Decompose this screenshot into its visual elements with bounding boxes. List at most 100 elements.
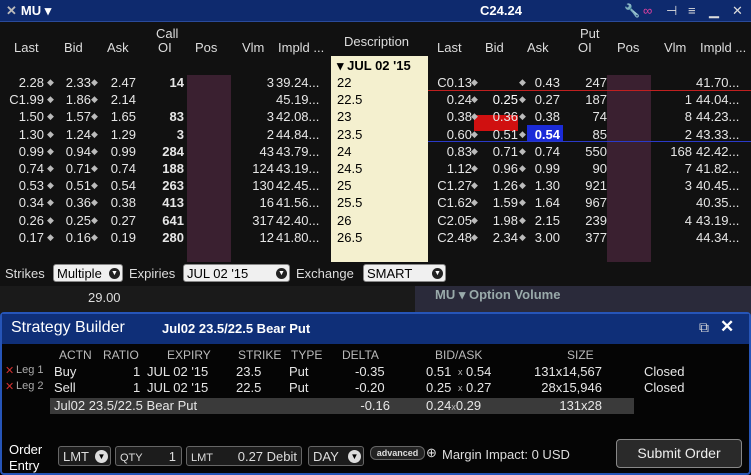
cell-c-last[interactable]: 0.34 <box>0 195 44 210</box>
cell-c-last[interactable]: C1.99 <box>0 92 44 107</box>
cell-c-bid[interactable]: 0.16 <box>53 230 91 245</box>
cell-c-impld[interactable]: 42.08... <box>276 109 330 124</box>
cell-c-vlm[interactable]: 130 <box>236 178 274 193</box>
col-impld[interactable]: Impld ... <box>278 40 324 55</box>
cell-c-bid[interactable]: 1.24 <box>53 127 91 142</box>
col-put-pos[interactable]: Pos <box>617 40 639 55</box>
cell-c-ask[interactable]: 1.65 <box>92 109 136 124</box>
cell-p-bid[interactable]: 1.26 <box>474 178 518 193</box>
cell-c-oi[interactable]: 188 <box>140 161 184 176</box>
leg-remove-icon[interactable]: ✕ <box>5 364 14 377</box>
cell-c-last[interactable]: 2.28 <box>0 75 44 90</box>
cell-p-bid[interactable]: 2.34 <box>474 230 518 245</box>
chain-row[interactable]: 2.28 2.33 2.47 14 3 39.24... C0.13 0.43 247 41.70… <box>0 74 751 91</box>
cell-c-bid[interactable]: 0.25 <box>53 213 91 228</box>
cell-p-oi[interactable]: 377 <box>565 230 607 245</box>
cell-c-impld[interactable]: 45.19... <box>276 92 330 107</box>
cell-c-vlm[interactable]: 12 <box>236 230 274 245</box>
tif-dropdown[interactable]: DAY ▼ <box>308 446 364 466</box>
cell-c-bid[interactable]: 0.71 <box>53 161 91 176</box>
leg-type[interactable]: Put <box>289 364 309 379</box>
col-put-oi[interactable]: OI <box>578 40 592 55</box>
cell-c-last[interactable]: 0.99 <box>0 144 44 159</box>
cell-p-ask[interactable]: 1.64 <box>524 195 560 210</box>
cell-p-oi[interactable]: 967 <box>565 195 607 210</box>
cell-c-bid[interactable]: 0.94 <box>53 144 91 159</box>
cell-c-last[interactable]: 1.30 <box>0 127 44 142</box>
cell-p-last[interactable]: 0.83 <box>430 144 472 159</box>
cell-p-oi[interactable]: 85 <box>565 127 607 142</box>
col-pos[interactable]: Pos <box>195 40 217 55</box>
col-put-impld[interactable]: Impld ... <box>700 40 746 55</box>
cell-c-ask[interactable]: 1.29 <box>92 127 136 142</box>
cell-p-oi[interactable]: 239 <box>565 213 607 228</box>
cell-c-last[interactable]: 0.17 <box>0 230 44 245</box>
cell-c-oi[interactable]: 3 <box>140 127 184 142</box>
col-put-bid[interactable]: Bid <box>485 40 504 55</box>
cell-p-ask[interactable]: 0.43 <box>524 75 560 90</box>
close-icon[interactable]: ✕ <box>732 3 743 19</box>
cell-c-ask[interactable]: 0.27 <box>92 213 136 228</box>
pin-icon[interactable]: ⊣ <box>666 3 677 19</box>
cell-c-last[interactable]: 0.74 <box>0 161 44 176</box>
leg-expiry[interactable]: JUL 02 '15 <box>147 364 208 379</box>
col-last[interactable]: Last <box>14 40 39 55</box>
cell-c-impld[interactable]: 44.84... <box>276 127 330 142</box>
chain-row[interactable]: 0.53 0.51 0.54 263 130 42.45... C1.27 1.26 1.30 9… <box>0 177 751 194</box>
cell-c-oi[interactable]: 14 <box>140 75 184 90</box>
cell-c-bid[interactable]: 1.86 <box>53 92 91 107</box>
cell-p-last[interactable]: 0.24 <box>430 92 472 107</box>
chain-row[interactable]: C1.99 1.86 2.14 45.19... 0.24 0.25 0.27 187 1 44.… <box>0 91 751 108</box>
cell-p-impld[interactable]: 40.35... <box>696 195 751 210</box>
chain-row[interactable]: 0.26 0.25 0.27 641 317 42.40... C2.05 1.98 2.15 2… <box>0 212 751 229</box>
cell-c-vlm[interactable]: 16 <box>236 195 274 210</box>
cell-p-oi[interactable]: 550 <box>565 144 607 159</box>
cell-c-last[interactable]: 0.53 <box>0 178 44 193</box>
col-put-ask[interactable]: Ask <box>527 40 549 55</box>
add-plus-icon[interactable]: ⊕ <box>426 445 437 461</box>
minimize-icon[interactable]: ▁ <box>709 3 719 19</box>
leg-action[interactable]: Buy <box>54 364 76 379</box>
leg-strike[interactable]: 22.5 <box>236 380 261 395</box>
cell-p-ask[interactable]: 2.15 <box>524 213 560 228</box>
expiry-group-header[interactable]: ▾ JUL 02 '15 <box>331 58 428 74</box>
cell-p-bid[interactable]: 1.98 <box>474 213 518 228</box>
cell-c-vlm[interactable]: 124 <box>236 161 274 176</box>
cell-p-last[interactable]: 0.60 <box>430 127 472 142</box>
cell-p-impld[interactable]: 43.33... <box>696 127 751 142</box>
chain-row[interactable]: 0.17 0.16 0.19 280 12 41.80... C2.48 2.34 3.00 37… <box>0 229 751 246</box>
col-vlm[interactable]: Vlm <box>242 40 264 55</box>
cell-p-impld[interactable]: 44.04... <box>696 92 751 107</box>
cell-p-vlm[interactable]: 8 <box>652 109 692 124</box>
cell-c-ask[interactable]: 2.47 <box>92 75 136 90</box>
cell-p-last[interactable]: 1.12 <box>430 161 472 176</box>
cell-p-impld[interactable]: 41.70... <box>696 75 751 90</box>
cell-c-vlm[interactable]: 317 <box>236 213 274 228</box>
advanced-button[interactable]: advanced <box>370 446 425 460</box>
cell-c-impld[interactable]: 42.45... <box>276 178 330 193</box>
cell-p-bid[interactable]: 1.59 <box>474 195 518 210</box>
cell-c-impld[interactable]: 41.56... <box>276 195 330 210</box>
col-put-last[interactable]: Last <box>437 40 462 55</box>
cell-c-bid[interactable]: 0.51 <box>53 178 91 193</box>
cell-c-ask[interactable]: 0.74 <box>92 161 136 176</box>
cell-p-vlm[interactable]: 2 <box>652 127 692 142</box>
cell-c-bid[interactable]: 2.33 <box>53 75 91 90</box>
cell-p-impld[interactable]: 40.45... <box>696 178 751 193</box>
strikes-dropdown[interactable]: Multiple ▼ <box>53 264 123 282</box>
cell-p-vlm[interactable]: 168 <box>652 144 692 159</box>
cell-c-impld[interactable]: 43.19... <box>276 161 330 176</box>
cell-c-impld[interactable]: 41.80... <box>276 230 330 245</box>
cell-p-oi[interactable]: 921 <box>565 178 607 193</box>
chain-row[interactable]: 0.99 0.94 0.99 284 43 43.79... 0.83 0.71 0.74 550… <box>0 143 751 160</box>
cell-p-vlm[interactable]: 3 <box>652 178 692 193</box>
cell-p-last[interactable]: 0.38 <box>430 109 472 124</box>
col-put-vlm[interactable]: Vlm <box>664 40 686 55</box>
cell-c-vlm[interactable]: 43 <box>236 144 274 159</box>
cell-p-bid[interactable]: 0.71 <box>474 144 518 159</box>
cell-c-oi[interactable]: 83 <box>140 109 184 124</box>
cell-p-impld[interactable]: 44.34... <box>696 230 751 245</box>
cell-p-bid[interactable]: 0.25 <box>474 92 518 107</box>
cell-c-oi[interactable]: 641 <box>140 213 184 228</box>
leg-action[interactable]: Sell <box>54 380 76 395</box>
